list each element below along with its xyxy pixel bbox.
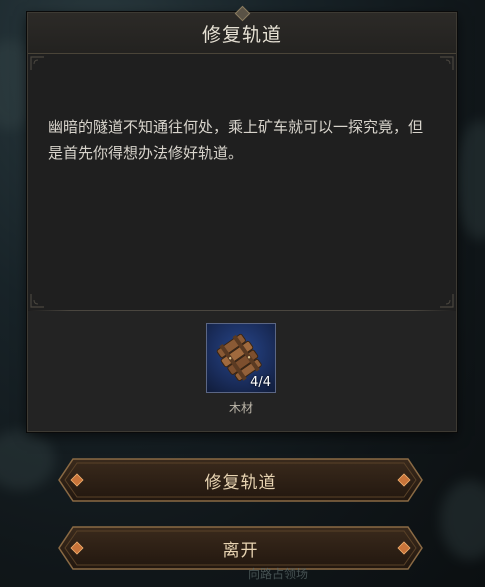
leave-button[interactable]: 离开 <box>55 523 426 573</box>
item-count: 4/4 <box>250 375 271 390</box>
repair-track-button[interactable]: 修复轨道 <box>55 455 426 505</box>
reward-area: 4/4 木材 <box>28 311 456 431</box>
repair-track-button-label: 修复轨道 <box>204 472 277 493</box>
dialog-description: 幽暗的隧道不知通往何处，乘上矿车就可以一探究竟，但是首先你得想办法修好轨道。 <box>48 118 424 162</box>
dialog-content <box>28 54 456 310</box>
corner-ornament-tr <box>440 56 454 70</box>
repair-track-dialog: 修复轨道 幽暗的隧道不知通往何处，乘上矿车就可以一探究竟，但是首先你得想办法修好… <box>27 5 457 432</box>
item-name: 木材 <box>228 401 253 415</box>
corner-ornament-tl <box>30 56 44 70</box>
dialog-title-bar: 修复轨道 <box>28 5 456 54</box>
corner-ornament-br <box>440 294 454 308</box>
corner-ornament-bl <box>30 294 44 308</box>
item-slot-wood[interactable]: 4/4 <box>206 323 276 393</box>
leave-button-label: 离开 <box>222 540 259 561</box>
background-location-text: 向路占领场 <box>248 567 309 581</box>
dialog-title: 修复轨道 <box>201 23 282 46</box>
